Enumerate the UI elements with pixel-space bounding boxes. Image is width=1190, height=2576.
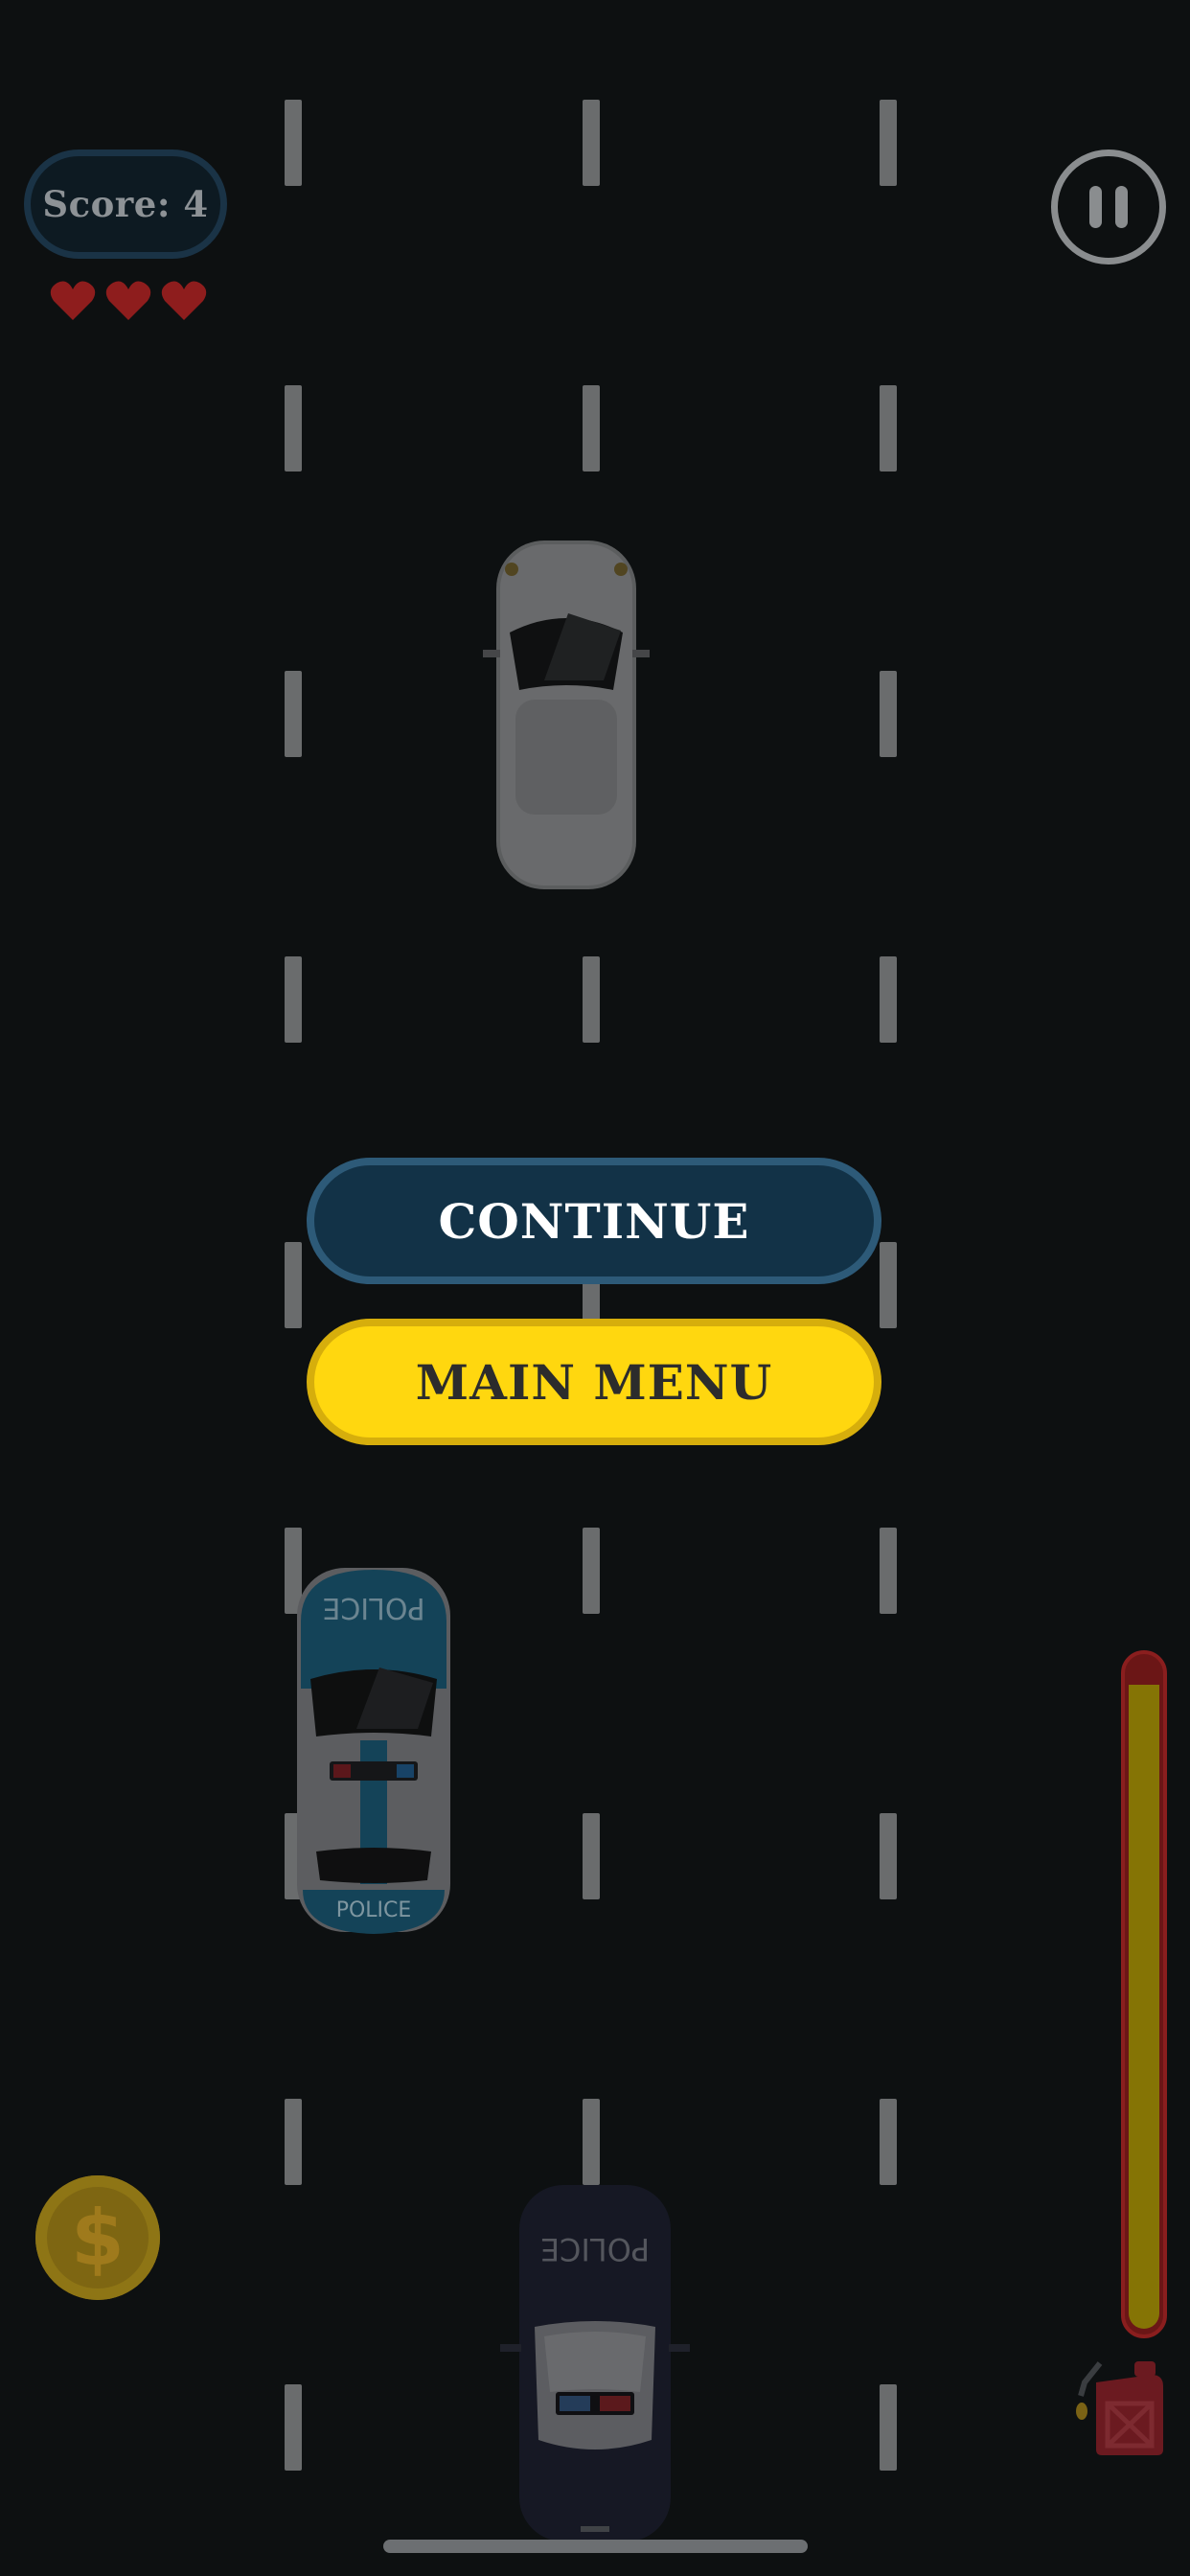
heart-icon — [50, 281, 96, 320]
continue-button[interactable]: CONTINUE — [307, 1158, 881, 1284]
pause-button[interactable] — [1051, 150, 1166, 264]
coin-symbol: $ — [71, 2193, 125, 2283]
score-display: Score: 4 — [24, 150, 227, 259]
score-label: Score: 4 — [42, 183, 209, 225]
coin-icon: $ — [35, 2175, 160, 2300]
lives-indicator — [50, 280, 207, 322]
pause-overlay — [0, 0, 1190, 2576]
heart-icon — [105, 281, 151, 320]
fuel-level-fill — [1129, 1685, 1159, 2329]
main-menu-button[interactable]: MAIN MENU — [307, 1319, 881, 1445]
pause-icon — [1115, 186, 1128, 228]
fuel-gauge — [1121, 1650, 1167, 2338]
fuel-can-icon — [1076, 2361, 1163, 2455]
pause-icon — [1089, 186, 1102, 228]
heart-icon — [161, 281, 207, 320]
home-indicator[interactable] — [383, 2540, 808, 2553]
